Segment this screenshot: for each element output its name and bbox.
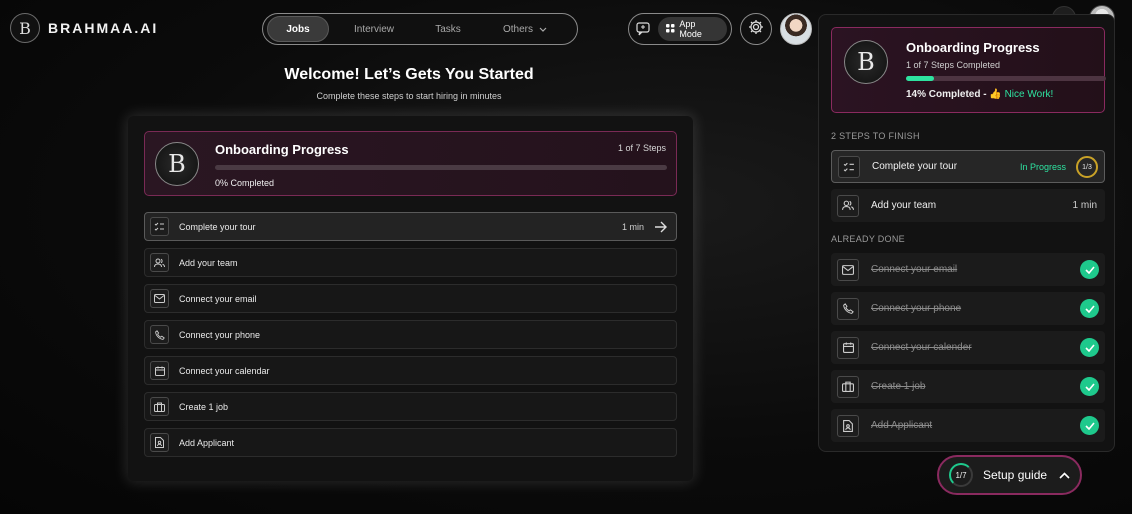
users-icon: [837, 194, 859, 217]
step-label: Connect your phone: [179, 329, 261, 340]
step-add-team[interactable]: Add your team: [144, 248, 677, 277]
step-label: Add Applicant: [179, 437, 235, 448]
onboarding-progress-card: B Onboarding Progress 1 of 7 Steps 0% Co…: [144, 131, 677, 196]
mail-icon: [837, 258, 859, 281]
setup-progress-ring: 1/7: [949, 463, 973, 487]
mode-switcher: App Mode: [628, 13, 732, 45]
tab-jobs[interactable]: Jobs: [267, 16, 329, 42]
step-label: Create 1 job: [179, 401, 229, 412]
panel-done-connect-email[interactable]: Connect your email: [831, 253, 1105, 286]
panel-progress-title: Onboarding Progress: [906, 40, 1040, 55]
app-mode-button[interactable]: App Mode: [658, 17, 727, 41]
page-subtitle: Complete these steps to start hiring in …: [316, 91, 502, 101]
check-circle-icon: [1080, 299, 1099, 318]
onboarding-step-list: Complete your tour 1 min Add your team C…: [144, 212, 677, 464]
panel-done-connect-phone[interactable]: Connect your phone: [831, 292, 1105, 325]
step-connect-email[interactable]: Connect your email: [144, 284, 677, 313]
step-label: Create 1 job: [871, 381, 926, 392]
settings-button[interactable]: [740, 13, 772, 45]
progress-steps-count: 1 of 7 Steps: [617, 143, 666, 153]
step-label: Add your team: [179, 257, 238, 268]
onboarding-card: B Onboarding Progress 1 of 7 Steps 0% Co…: [128, 116, 693, 481]
chevron-down-icon: [539, 25, 547, 34]
top-header: B BRAHMAA.AI Jobs Interview Tasks Others…: [0, 0, 818, 58]
panel-progress-card: B Onboarding Progress 1 of 7 Steps Compl…: [831, 27, 1106, 113]
to-finish-heading: 2 STEPS TO FINISH: [831, 131, 920, 141]
tab-tasks[interactable]: Tasks: [419, 16, 477, 42]
document-icon: [150, 433, 169, 452]
panel-step-add-team[interactable]: Add your team 1 min: [831, 189, 1105, 222]
check-circle-icon: [1080, 416, 1099, 435]
checklist-icon: [150, 217, 169, 236]
step-add-applicant[interactable]: Add Applicant: [144, 428, 677, 457]
mail-icon: [150, 289, 169, 308]
step-label: Connect your email: [179, 293, 257, 304]
step-label: Complete your tour: [872, 161, 958, 172]
user-avatar[interactable]: [780, 13, 812, 45]
step-time: 1 min: [1072, 200, 1097, 211]
panel-done-connect-calendar[interactable]: Connect your calender: [831, 331, 1105, 364]
panel-progress-bar-fill: [906, 76, 934, 81]
step-connect-phone[interactable]: Connect your phone: [144, 320, 677, 349]
tab-others-label: Others: [502, 23, 533, 35]
step-label: Connect your phone: [871, 303, 962, 314]
app-mode-label: App Mode: [679, 19, 702, 39]
panel-done-create-job[interactable]: Create 1 job: [831, 370, 1105, 403]
setup-guide-panel: B Onboarding Progress 1 of 7 Steps Compl…: [818, 14, 1115, 452]
check-circle-icon: [1080, 260, 1099, 279]
check-circle-icon: [1080, 377, 1099, 396]
step-connect-calendar[interactable]: Connect your calendar: [144, 356, 677, 385]
page-title: Welcome! Let’s Gets You Started: [284, 66, 534, 83]
step-label: Connect your email: [871, 264, 958, 275]
step-label: Connect your calendar: [179, 365, 270, 376]
step-progress-ring: 1/3: [1076, 156, 1098, 178]
tab-others[interactable]: Others: [477, 16, 573, 42]
status-badge: In Progress: [1019, 161, 1066, 172]
panel-done-add-applicant[interactable]: Add Applicant: [831, 409, 1105, 442]
checklist-icon: [838, 155, 860, 178]
setup-guide-label: Setup guide: [983, 468, 1048, 482]
phone-icon: [150, 325, 169, 344]
calendar-icon: [837, 336, 859, 359]
calendar-icon: [150, 361, 169, 380]
brand-name[interactable]: BRAHMAA.AI: [48, 20, 158, 36]
panel-progress-percent: 14% Completed - 👍 Nice Work!: [906, 89, 1053, 100]
progress-percent: 0% Completed: [215, 178, 275, 188]
step-label: Add Applicant: [871, 420, 933, 431]
step-label: Connect your calender: [871, 342, 972, 353]
progress-title: Onboarding Progress: [215, 142, 349, 157]
check-circle-icon: [1080, 338, 1099, 357]
nice-work-label: 👍 Nice Work!: [989, 89, 1054, 100]
setup-guide-button[interactable]: 1/7 Setup guide: [937, 455, 1082, 495]
brand-badge-icon: B: [844, 40, 888, 84]
already-done-heading: ALREADY DONE: [831, 234, 905, 244]
chat-bot-icon[interactable]: [633, 18, 654, 40]
percent-label: 14% Completed -: [906, 89, 990, 100]
panel-progress-subtitle: 1 of 7 Steps Completed: [906, 60, 1001, 70]
step-create-job[interactable]: Create 1 job: [144, 392, 677, 421]
gear-icon: [748, 19, 764, 40]
chevron-up-icon: [1059, 466, 1070, 484]
progress-bar: [215, 165, 667, 170]
grid-icon: [666, 23, 675, 35]
brand-logo[interactable]: B: [10, 13, 40, 43]
step-label: Complete your tour: [179, 221, 256, 232]
panel-step-complete-tour[interactable]: Complete your tour In Progress 1/3: [831, 150, 1105, 183]
step-label: Add your team: [871, 200, 937, 211]
briefcase-icon: [837, 375, 859, 398]
users-icon: [150, 253, 169, 272]
briefcase-icon: [150, 397, 169, 416]
brand-badge-icon: B: [155, 142, 199, 186]
phone-icon: [837, 297, 859, 320]
step-complete-tour[interactable]: Complete your tour 1 min: [144, 212, 677, 241]
main-nav: Jobs Interview Tasks Others: [262, 13, 578, 45]
arrow-right-icon: [654, 220, 668, 238]
document-icon: [837, 414, 859, 437]
panel-progress-bar: [906, 76, 1106, 81]
tab-interview[interactable]: Interview: [329, 16, 419, 42]
step-time: 1 min: [621, 221, 644, 232]
